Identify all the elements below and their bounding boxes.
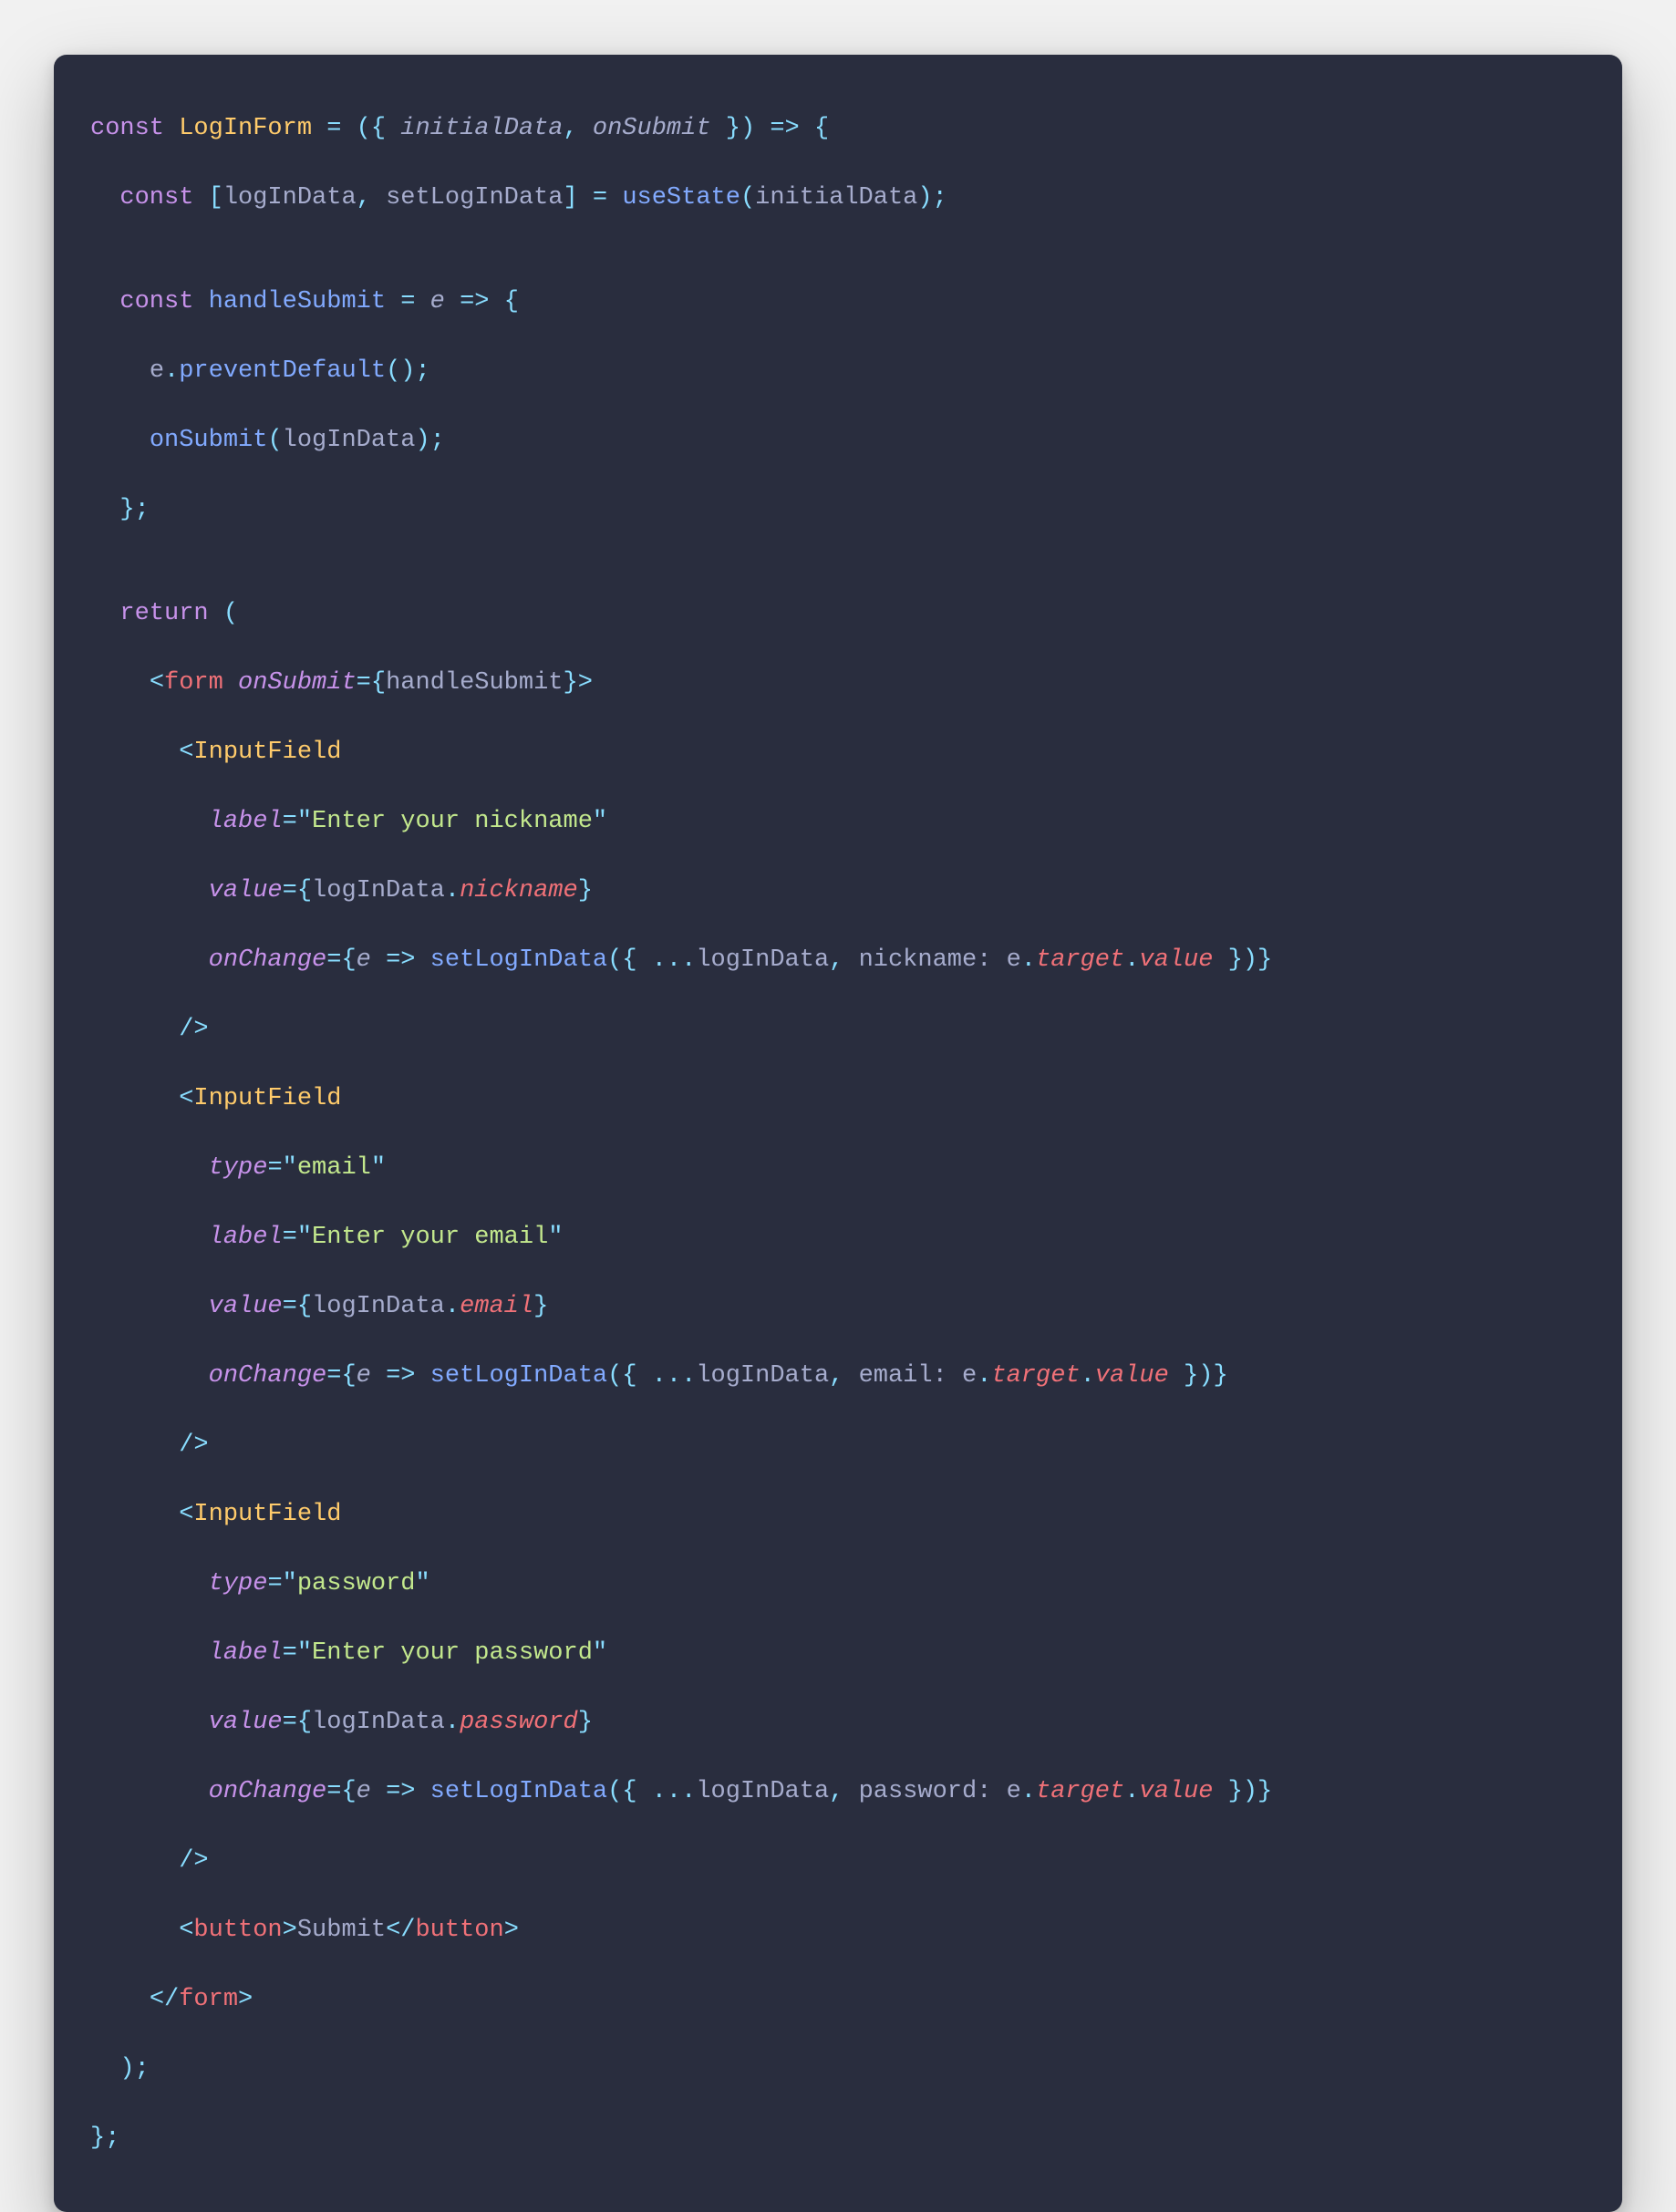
code-line: }; <box>90 2121 1586 2155</box>
code-line: onChange={e => setLogInData({ ...logInDa… <box>90 1774 1586 1809</box>
code-line: const handleSubmit = e => { <box>90 284 1586 319</box>
code-line: onChange={e => setLogInData({ ...logInDa… <box>90 1359 1586 1393</box>
code-line: value={logInData.email} <box>90 1289 1586 1324</box>
code-line: value={logInData.nickname} <box>90 873 1586 908</box>
code-line: onChange={e => setLogInData({ ...logInDa… <box>90 943 1586 977</box>
code-line: <form onSubmit={handleSubmit}> <box>90 666 1586 700</box>
code-line: <button>Submit</button> <box>90 1913 1586 1948</box>
code-block[interactable]: const LogInForm = ({ initialData, onSubm… <box>90 111 1586 2155</box>
code-line: label="Enter your nickname" <box>90 804 1586 839</box>
code-line: label="Enter your email" <box>90 1220 1586 1255</box>
code-line: /> <box>90 1012 1586 1047</box>
code-line: return ( <box>90 596 1586 631</box>
code-line: const [logInData, setLogInData] = useSta… <box>90 181 1586 215</box>
code-line: value={logInData.password} <box>90 1705 1586 1740</box>
code-line: ); <box>90 2052 1586 2086</box>
page-background: const LogInForm = ({ initialData, onSubm… <box>0 0 1676 1313</box>
code-line: label="Enter your password" <box>90 1636 1586 1670</box>
code-line: }; <box>90 492 1586 527</box>
code-card: const LogInForm = ({ initialData, onSubm… <box>54 55 1622 2212</box>
code-line: </form> <box>90 1982 1586 2017</box>
code-line: e.preventDefault(); <box>90 354 1586 388</box>
code-line: type="password" <box>90 1566 1586 1601</box>
code-line: /> <box>90 1844 1586 1878</box>
code-line: type="email" <box>90 1151 1586 1185</box>
code-line: const LogInForm = ({ initialData, onSubm… <box>90 111 1586 146</box>
code-line: onSubmit(logInData); <box>90 423 1586 458</box>
code-line: <InputField <box>90 735 1586 770</box>
code-line: /> <box>90 1428 1586 1463</box>
code-line: <InputField <box>90 1497 1586 1532</box>
code-line: <InputField <box>90 1081 1586 1116</box>
